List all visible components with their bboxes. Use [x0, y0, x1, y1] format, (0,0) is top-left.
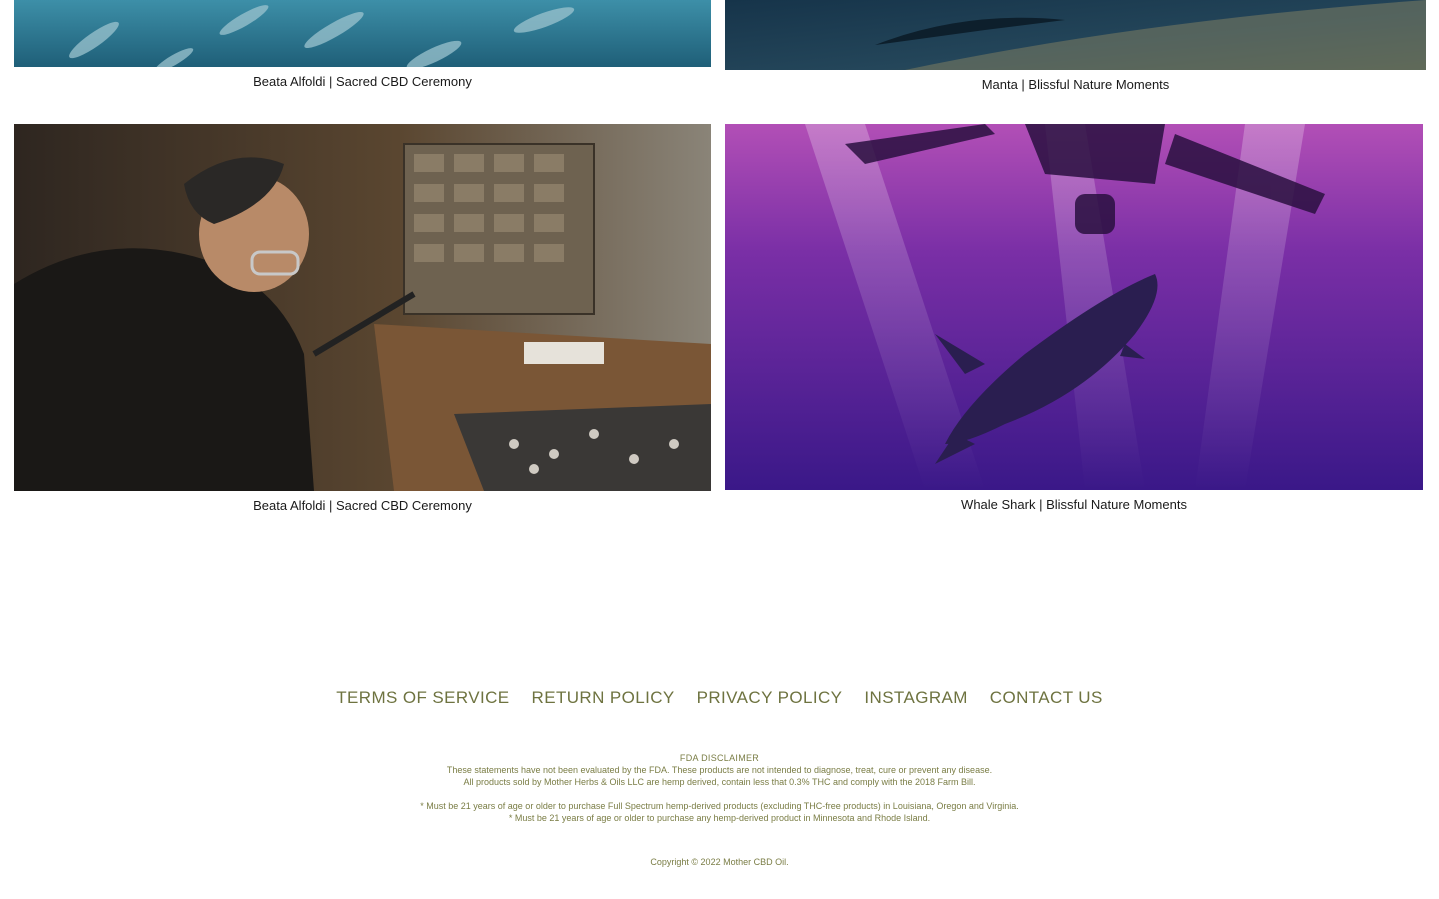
contact-us-link[interactable]: CONTACT US [990, 688, 1103, 708]
disclaimer-title: FDA DISCLAIMER [679, 753, 760, 763]
disclaimer-line: These statements have not been evaluated… [446, 765, 993, 775]
video-thumbnail-sacred-cbd-ceremony-1[interactable] [14, 0, 711, 67]
privacy-policy-link[interactable]: PRIVACY POLICY [697, 688, 843, 708]
instagram-link[interactable]: INSTAGRAM [864, 688, 967, 708]
manta-ray-image [725, 0, 1426, 70]
jeweler-workshop-image [14, 124, 711, 491]
video-thumbnail-sacred-cbd-ceremony-2[interactable] [14, 124, 711, 491]
fda-disclaimer: FDA DISCLAIMER These statements have not… [0, 752, 1439, 824]
video-caption: Beata Alfoldi | Sacred CBD Ceremony [253, 498, 472, 513]
underwater-fish-image [14, 0, 711, 67]
terms-of-service-link[interactable]: TERMS OF SERVICE [336, 688, 509, 708]
video-caption: Manta | Blissful Nature Moments [981, 77, 1170, 92]
video-thumbnail-manta[interactable] [725, 0, 1426, 70]
disclaimer-line: All products sold by Mother Herbs & Oils… [463, 777, 976, 787]
age-note: * Must be 21 years of age or older to pu… [420, 801, 1019, 811]
return-policy-link[interactable]: RETURN POLICY [532, 688, 675, 708]
video-caption: Beata Alfoldi | Sacred CBD Ceremony [253, 74, 472, 89]
whale-shark-image [725, 124, 1423, 490]
video-thumbnail-whale-shark[interactable] [725, 124, 1423, 490]
footer-nav: TERMS OF SERVICE RETURN POLICY PRIVACY P… [0, 688, 1439, 708]
page: Beata Alfoldi | Sacred CBD Ceremony Mant… [0, 0, 1439, 899]
video-caption: Whale Shark | Blissful Nature Moments [961, 497, 1187, 512]
copyright-text: Copyright © 2022 Mother CBD Oil. [650, 857, 789, 867]
age-note: * Must be 21 years of age or older to pu… [508, 813, 931, 823]
